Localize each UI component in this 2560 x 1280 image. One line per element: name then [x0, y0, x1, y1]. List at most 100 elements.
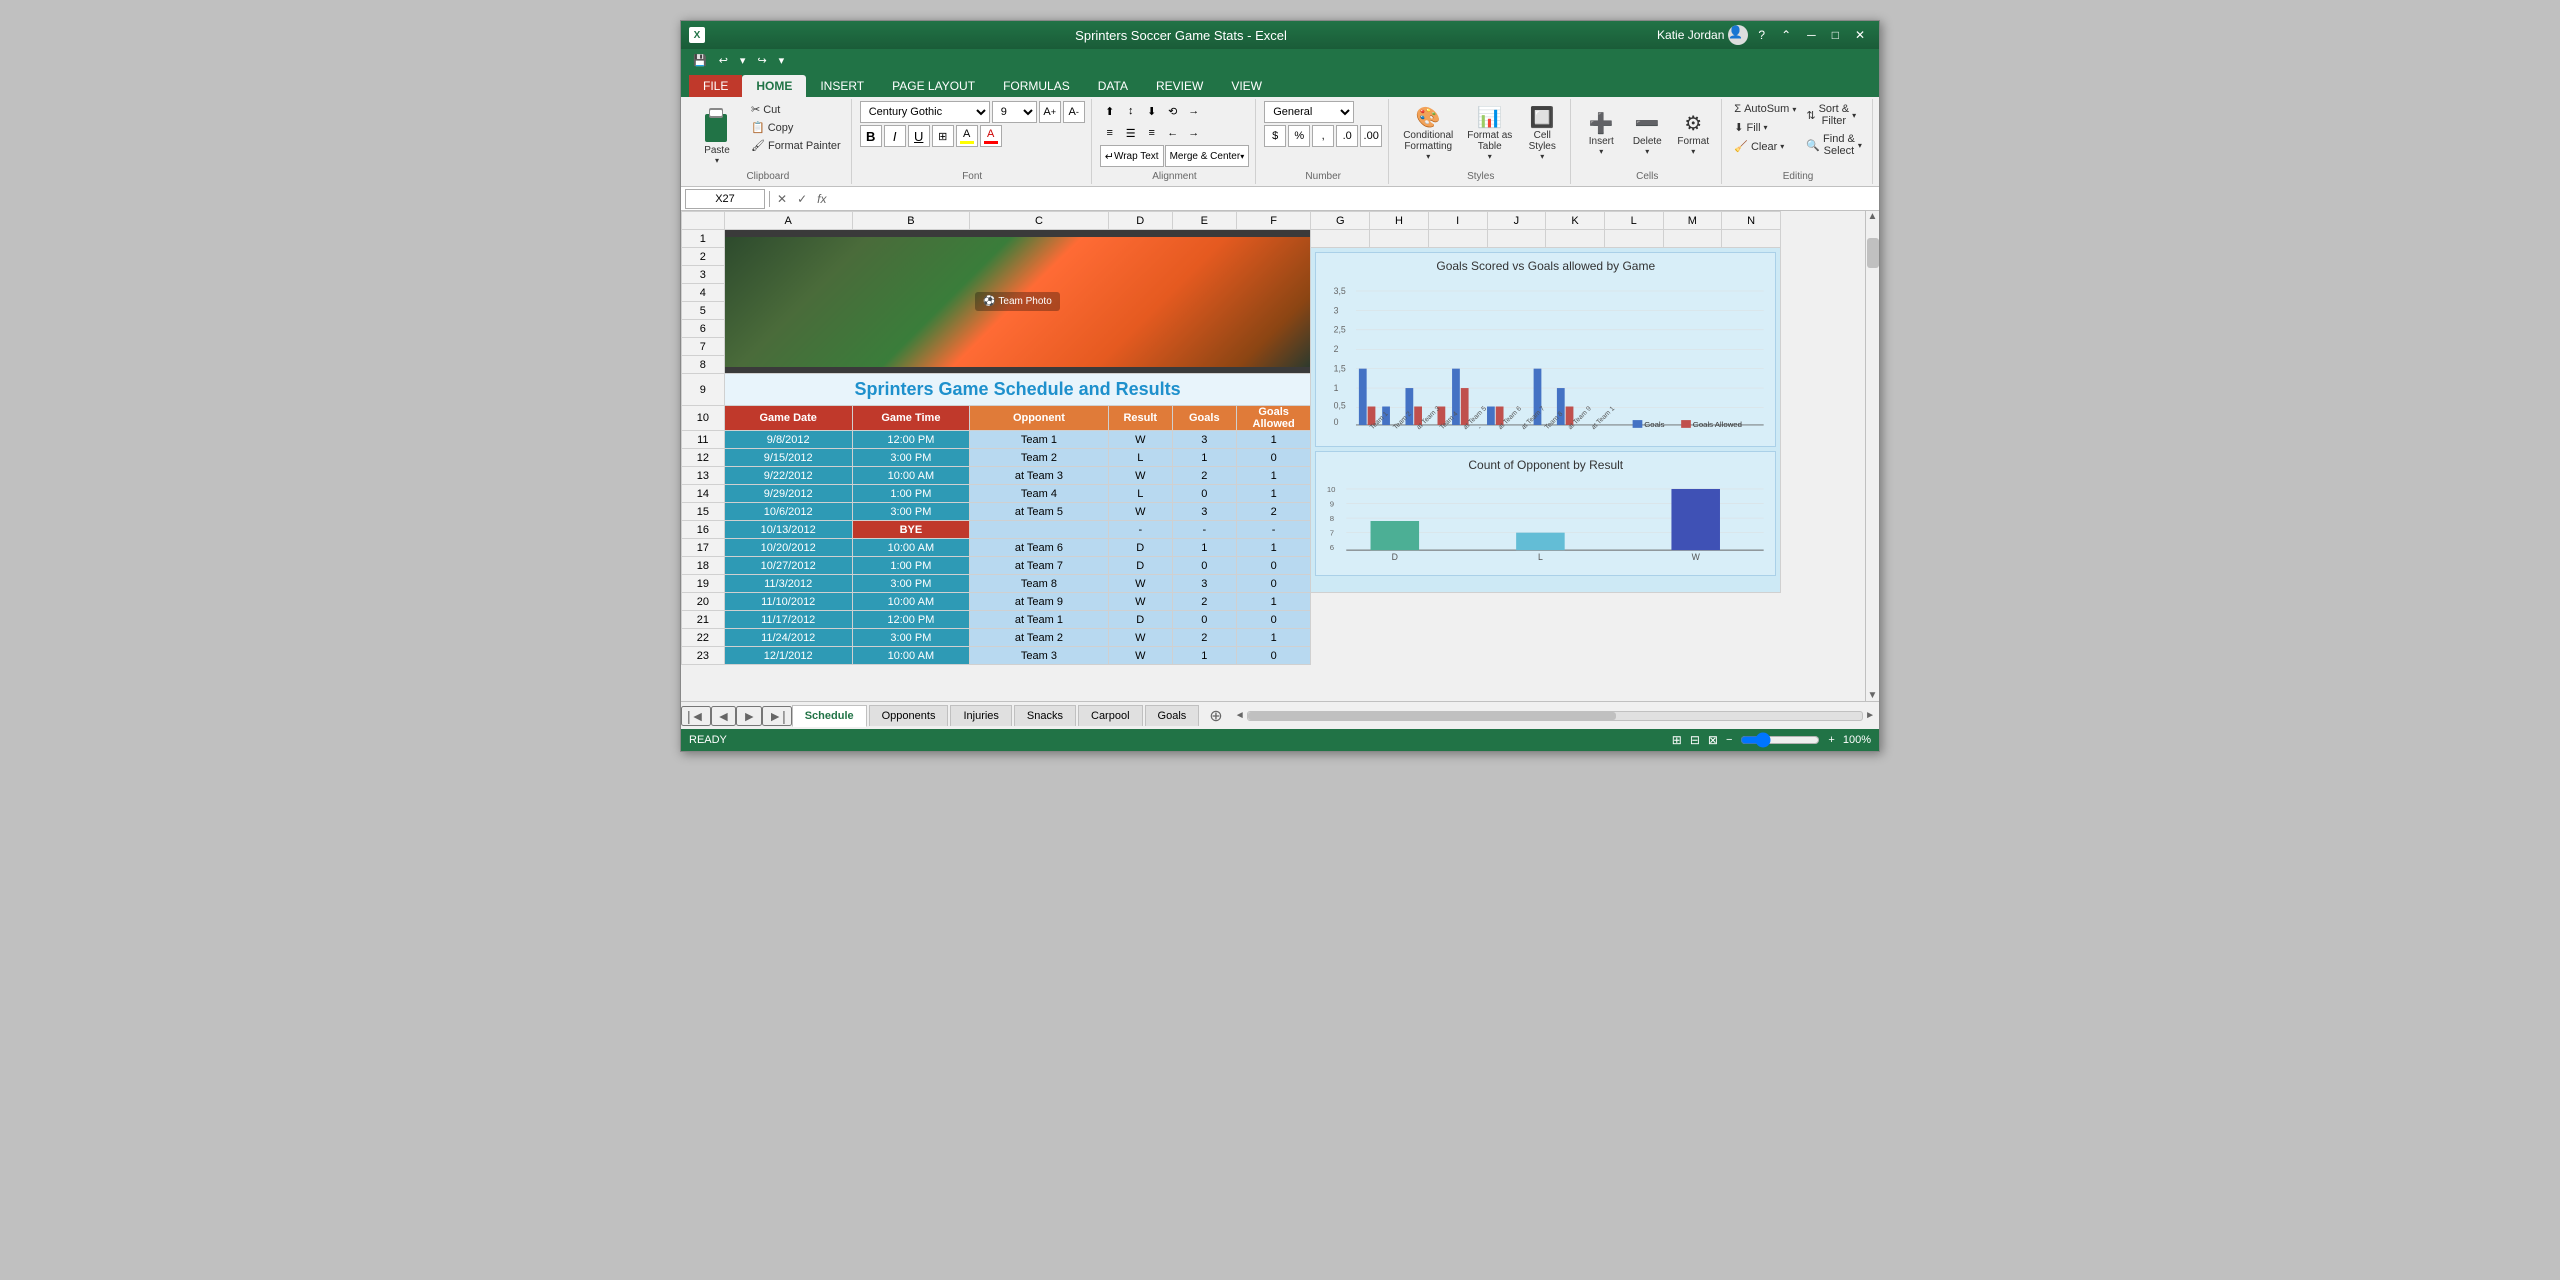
cell-time-12[interactable]: 3:00 PM [852, 449, 969, 467]
autosum-button[interactable]: Σ AutoSum ▾ [1730, 101, 1800, 117]
cell-opponent-12[interactable]: Team 2 [970, 449, 1109, 467]
sheet-nav-first[interactable]: |◄ [681, 706, 711, 726]
cell-allowed-20[interactable]: 1 [1236, 593, 1311, 611]
cell-allowed-23[interactable]: 0 [1236, 647, 1311, 665]
cell-goals-20[interactable]: 2 [1172, 593, 1236, 611]
bold-button[interactable]: B [860, 125, 882, 147]
cell-result-18[interactable]: D [1108, 557, 1172, 575]
cell-result-17[interactable]: D [1108, 539, 1172, 557]
font-size-select[interactable]: 9 [992, 101, 1037, 123]
zoom-plus[interactable]: + [1828, 734, 1834, 746]
sort-filter-dropdown[interactable]: ▾ [1852, 111, 1856, 120]
cell-opponent-19[interactable]: Team 8 [970, 575, 1109, 593]
ribbon-collapse-button[interactable]: ⌃ [1775, 25, 1797, 45]
cell-opponent-23[interactable]: Team 3 [970, 647, 1109, 665]
cell-goals-19[interactable]: 3 [1172, 575, 1236, 593]
format-painter-button[interactable]: 🖌 Format Painter [747, 137, 845, 154]
cell-result-14[interactable]: L [1108, 485, 1172, 503]
cell-g1[interactable] [1311, 230, 1370, 248]
cell-goals-16[interactable]: - [1172, 521, 1236, 539]
cell-date-19[interactable]: 11/3/2012 [724, 575, 852, 593]
cell-goals-15[interactable]: 3 [1172, 503, 1236, 521]
name-box[interactable] [685, 189, 765, 209]
close-button[interactable]: ✕ [1849, 25, 1871, 45]
cell-l1[interactable] [1604, 230, 1663, 248]
cell-date-16[interactable]: 10/13/2012 [724, 521, 852, 539]
conditional-formatting-button[interactable]: 🎨 ConditionalFormatting ▾ [1397, 101, 1459, 165]
cell-time-20[interactable]: 10:00 AM [852, 593, 969, 611]
cell-allowed-21[interactable]: 0 [1236, 611, 1311, 629]
merge-center-button[interactable]: Merge & Center ▾ [1165, 145, 1250, 167]
find-select-dropdown[interactable]: ▾ [1858, 141, 1862, 150]
cell-result-12[interactable]: L [1108, 449, 1172, 467]
clear-dropdown[interactable]: ▾ [1780, 142, 1784, 151]
header-result[interactable]: Result [1108, 406, 1172, 431]
sheet-nav-prev[interactable]: ◄ [711, 706, 737, 726]
normal-view-button[interactable]: ⊞ [1672, 733, 1682, 747]
sort-filter-button[interactable]: ⇅ Sort &Filter ▾ [1802, 101, 1866, 129]
cell-h1[interactable] [1370, 230, 1429, 248]
tab-view[interactable]: VIEW [1217, 75, 1276, 97]
tab-data[interactable]: DATA [1084, 75, 1142, 97]
cell-time-19[interactable]: 3:00 PM [852, 575, 969, 593]
cell-opponent-13[interactable]: at Team 3 [970, 467, 1109, 485]
sheet-tab-snacks[interactable]: Snacks [1014, 705, 1076, 726]
scroll-left-button[interactable]: ◄ [1235, 710, 1245, 721]
tab-insert[interactable]: INSERT [806, 75, 878, 97]
cell-goals-17[interactable]: 1 [1172, 539, 1236, 557]
align-middle-button[interactable]: ↕ [1121, 101, 1141, 121]
cell-opponent-21[interactable]: at Team 1 [970, 611, 1109, 629]
tab-formulas[interactable]: FORMULAS [989, 75, 1084, 97]
sheet-tab-carpool[interactable]: Carpool [1078, 705, 1143, 726]
cell-time-21[interactable]: 12:00 PM [852, 611, 969, 629]
decrease-indent-button[interactable]: ← [1163, 123, 1183, 143]
sheet-nav-last[interactable]: ►| [762, 706, 792, 726]
cell-opponent-16[interactable] [970, 521, 1109, 539]
cell-opponent-17[interactable]: at Team 6 [970, 539, 1109, 557]
cell-date-13[interactable]: 9/22/2012 [724, 467, 852, 485]
cell-allowed-16[interactable]: - [1236, 521, 1311, 539]
cell-opponent-11[interactable]: Team 1 [970, 431, 1109, 449]
cell-date-12[interactable]: 9/15/2012 [724, 449, 852, 467]
cell-time-13[interactable]: 10:00 AM [852, 467, 969, 485]
paste-button[interactable]: Paste ▾ [691, 101, 743, 169]
cut-button[interactable]: ✂ Cut [747, 101, 845, 118]
cell-date-17[interactable]: 10/20/2012 [724, 539, 852, 557]
cell-result-13[interactable]: W [1108, 467, 1172, 485]
font-color-button[interactable]: A [980, 125, 1002, 147]
zoom-slider[interactable] [1740, 732, 1820, 748]
insert-button[interactable]: ➕ Insert ▾ [1579, 101, 1623, 165]
add-sheet-button[interactable]: ⊕ [1201, 704, 1230, 728]
wrap-text-button[interactable]: ↵ Wrap Text [1100, 145, 1164, 167]
cell-date-14[interactable]: 9/29/2012 [724, 485, 852, 503]
cell-date-15[interactable]: 10/6/2012 [724, 503, 852, 521]
sheet-tab-injuries[interactable]: Injuries [950, 705, 1011, 726]
percent-button[interactable]: % [1288, 125, 1310, 147]
cell-time-23[interactable]: 10:00 AM [852, 647, 969, 665]
align-top-button[interactable]: ⬆ [1100, 101, 1120, 121]
cell-allowed-12[interactable]: 0 [1236, 449, 1311, 467]
header-game-date[interactable]: Game Date [724, 406, 852, 431]
cell-goals-18[interactable]: 0 [1172, 557, 1236, 575]
align-right-button[interactable]: ≡ [1142, 123, 1162, 143]
cell-goals-13[interactable]: 2 [1172, 467, 1236, 485]
italic-button[interactable]: I [884, 125, 906, 147]
tab-review[interactable]: REVIEW [1142, 75, 1217, 97]
fill-color-button[interactable]: A [956, 125, 978, 147]
increase-indent-button[interactable]: → [1184, 123, 1204, 143]
tab-file[interactable]: FILE [689, 75, 742, 97]
conditional-formatting-dropdown[interactable]: ▾ [1426, 152, 1430, 161]
currency-button[interactable]: $ [1264, 125, 1286, 147]
tab-home[interactable]: HOME [742, 75, 806, 97]
cell-goals-12[interactable]: 1 [1172, 449, 1236, 467]
header-goals-allowed[interactable]: GoalsAllowed [1236, 406, 1311, 431]
cell-allowed-17[interactable]: 1 [1236, 539, 1311, 557]
cell-allowed-15[interactable]: 2 [1236, 503, 1311, 521]
fill-dropdown[interactable]: ▾ [1764, 123, 1768, 132]
cancel-formula-button[interactable]: ✕ [774, 192, 790, 206]
format-table-button[interactable]: 📊 Format asTable ▾ [1461, 101, 1518, 165]
copy-button[interactable]: 📋 Copy [747, 119, 845, 136]
cell-m1[interactable] [1663, 230, 1722, 248]
redo-quick-button[interactable]: ↪ [753, 52, 770, 69]
zoom-minus[interactable]: − [1726, 734, 1732, 746]
